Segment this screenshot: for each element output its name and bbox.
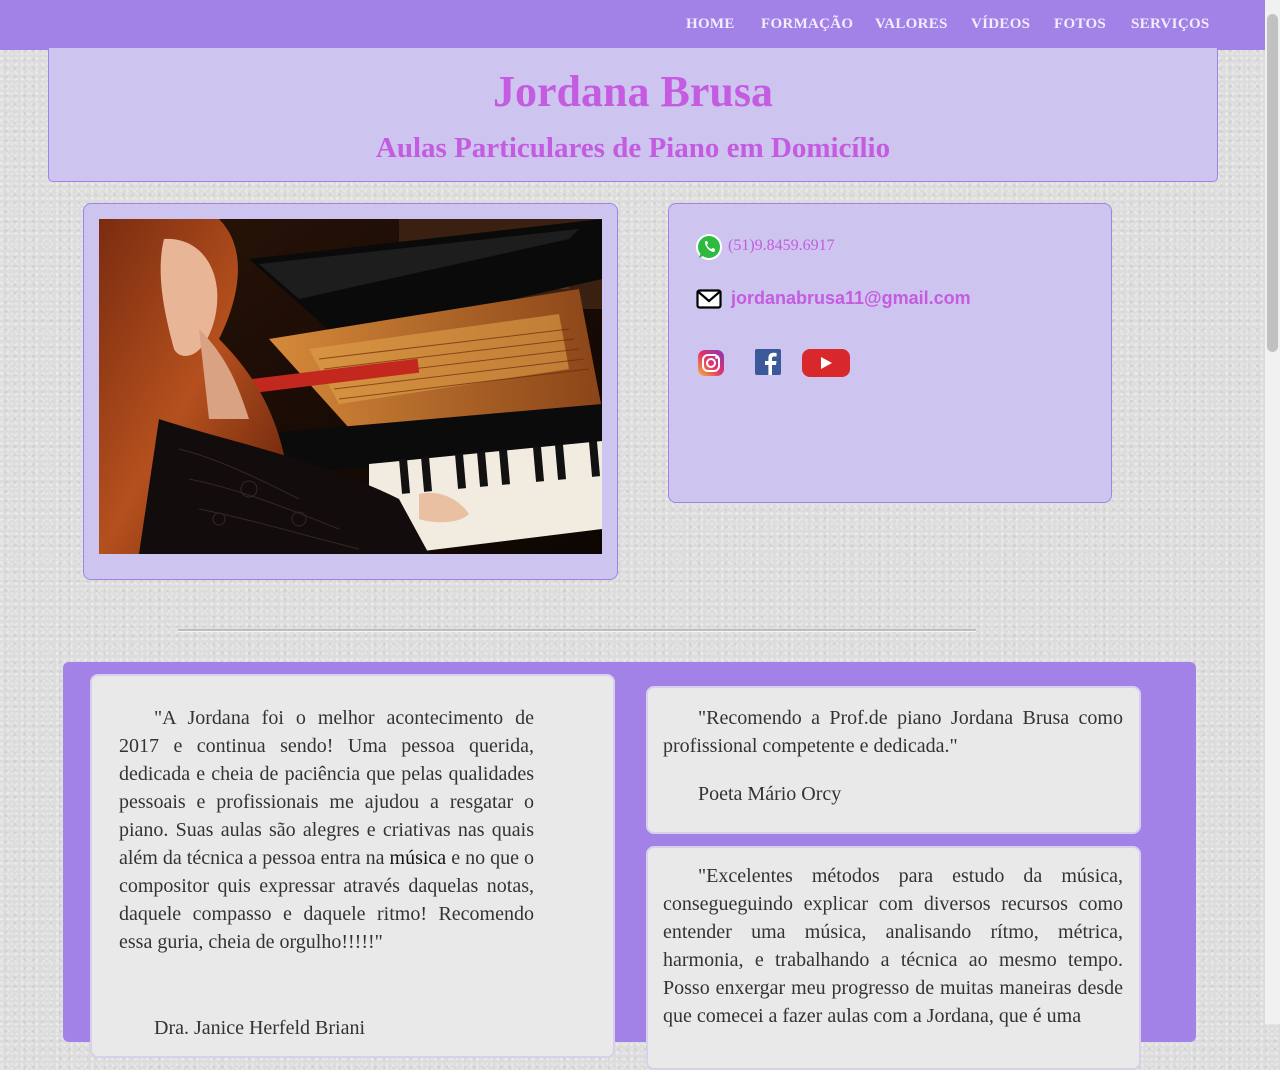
testimonials-section: "A Jordana foi o melhor acontecimento de… [63,662,1196,1070]
youtube-icon[interactable] [802,349,850,377]
email-icon [696,289,722,309]
phone-number[interactable]: (51)9.8459.6917 [728,237,835,255]
nav-formacao[interactable]: FORMAÇÃO [761,16,853,33]
contact-card: (51)9.8459.6917 jordanabrusa11@gmail.com [668,203,1112,503]
testimonial-card: "Excelentes métodos para estudo da músic… [646,846,1141,1070]
testimonial-quote: "Excelentes métodos para estudo da músic… [663,865,1123,1027]
musica-link[interactable]: música [390,847,447,869]
testimonial-author: Poeta Mário Orcy [698,783,842,805]
photo-card [83,203,618,580]
pianist-photo [99,219,602,554]
testimonial-quote: "A Jordana foi o melhor acontecimento de… [119,704,534,956]
nav-videos[interactable]: VÍDEOS [971,16,1030,33]
facebook-icon[interactable] [755,349,781,375]
whatsapp-icon[interactable] [695,233,723,261]
site-title: Jordana Brusa [493,67,773,116]
testimonial-card: "Recomendo a Prof.de piano Jordana Brusa… [646,686,1141,834]
site-subtitle: Aulas Particulares de Piano em Domicílio [375,132,891,164]
testimonial-text: "A Jordana foi o melhor acontecimento de… [119,707,534,869]
scrollbar-thumb[interactable] [1267,14,1278,352]
testimonial-author: Dra. Janice Herfeld Briani [154,1017,366,1039]
section-divider [178,629,976,632]
nav-servicos[interactable]: SERVIÇOS [1131,16,1210,33]
testimonial-quote: "Recomendo a Prof.de piano Jordana Brusa… [663,707,1123,757]
header-banner: Jordana Brusa Aulas Particulares de Pian… [48,48,1218,182]
pianist-photo-illustration [99,219,602,554]
testimonial-card: "A Jordana foi o melhor acontecimento de… [90,674,615,1058]
nav-home[interactable]: HOME [686,16,735,33]
email-address[interactable]: jordanabrusa11@gmail.com [731,288,971,309]
nav-fotos[interactable]: FOTOS [1054,16,1106,33]
instagram-icon[interactable] [697,349,725,377]
top-navbar: HOME FORMAÇÃO VALORES VÍDEOS FOTOS SERVI… [0,0,1265,50]
nav-valores[interactable]: VALORES [875,16,948,33]
